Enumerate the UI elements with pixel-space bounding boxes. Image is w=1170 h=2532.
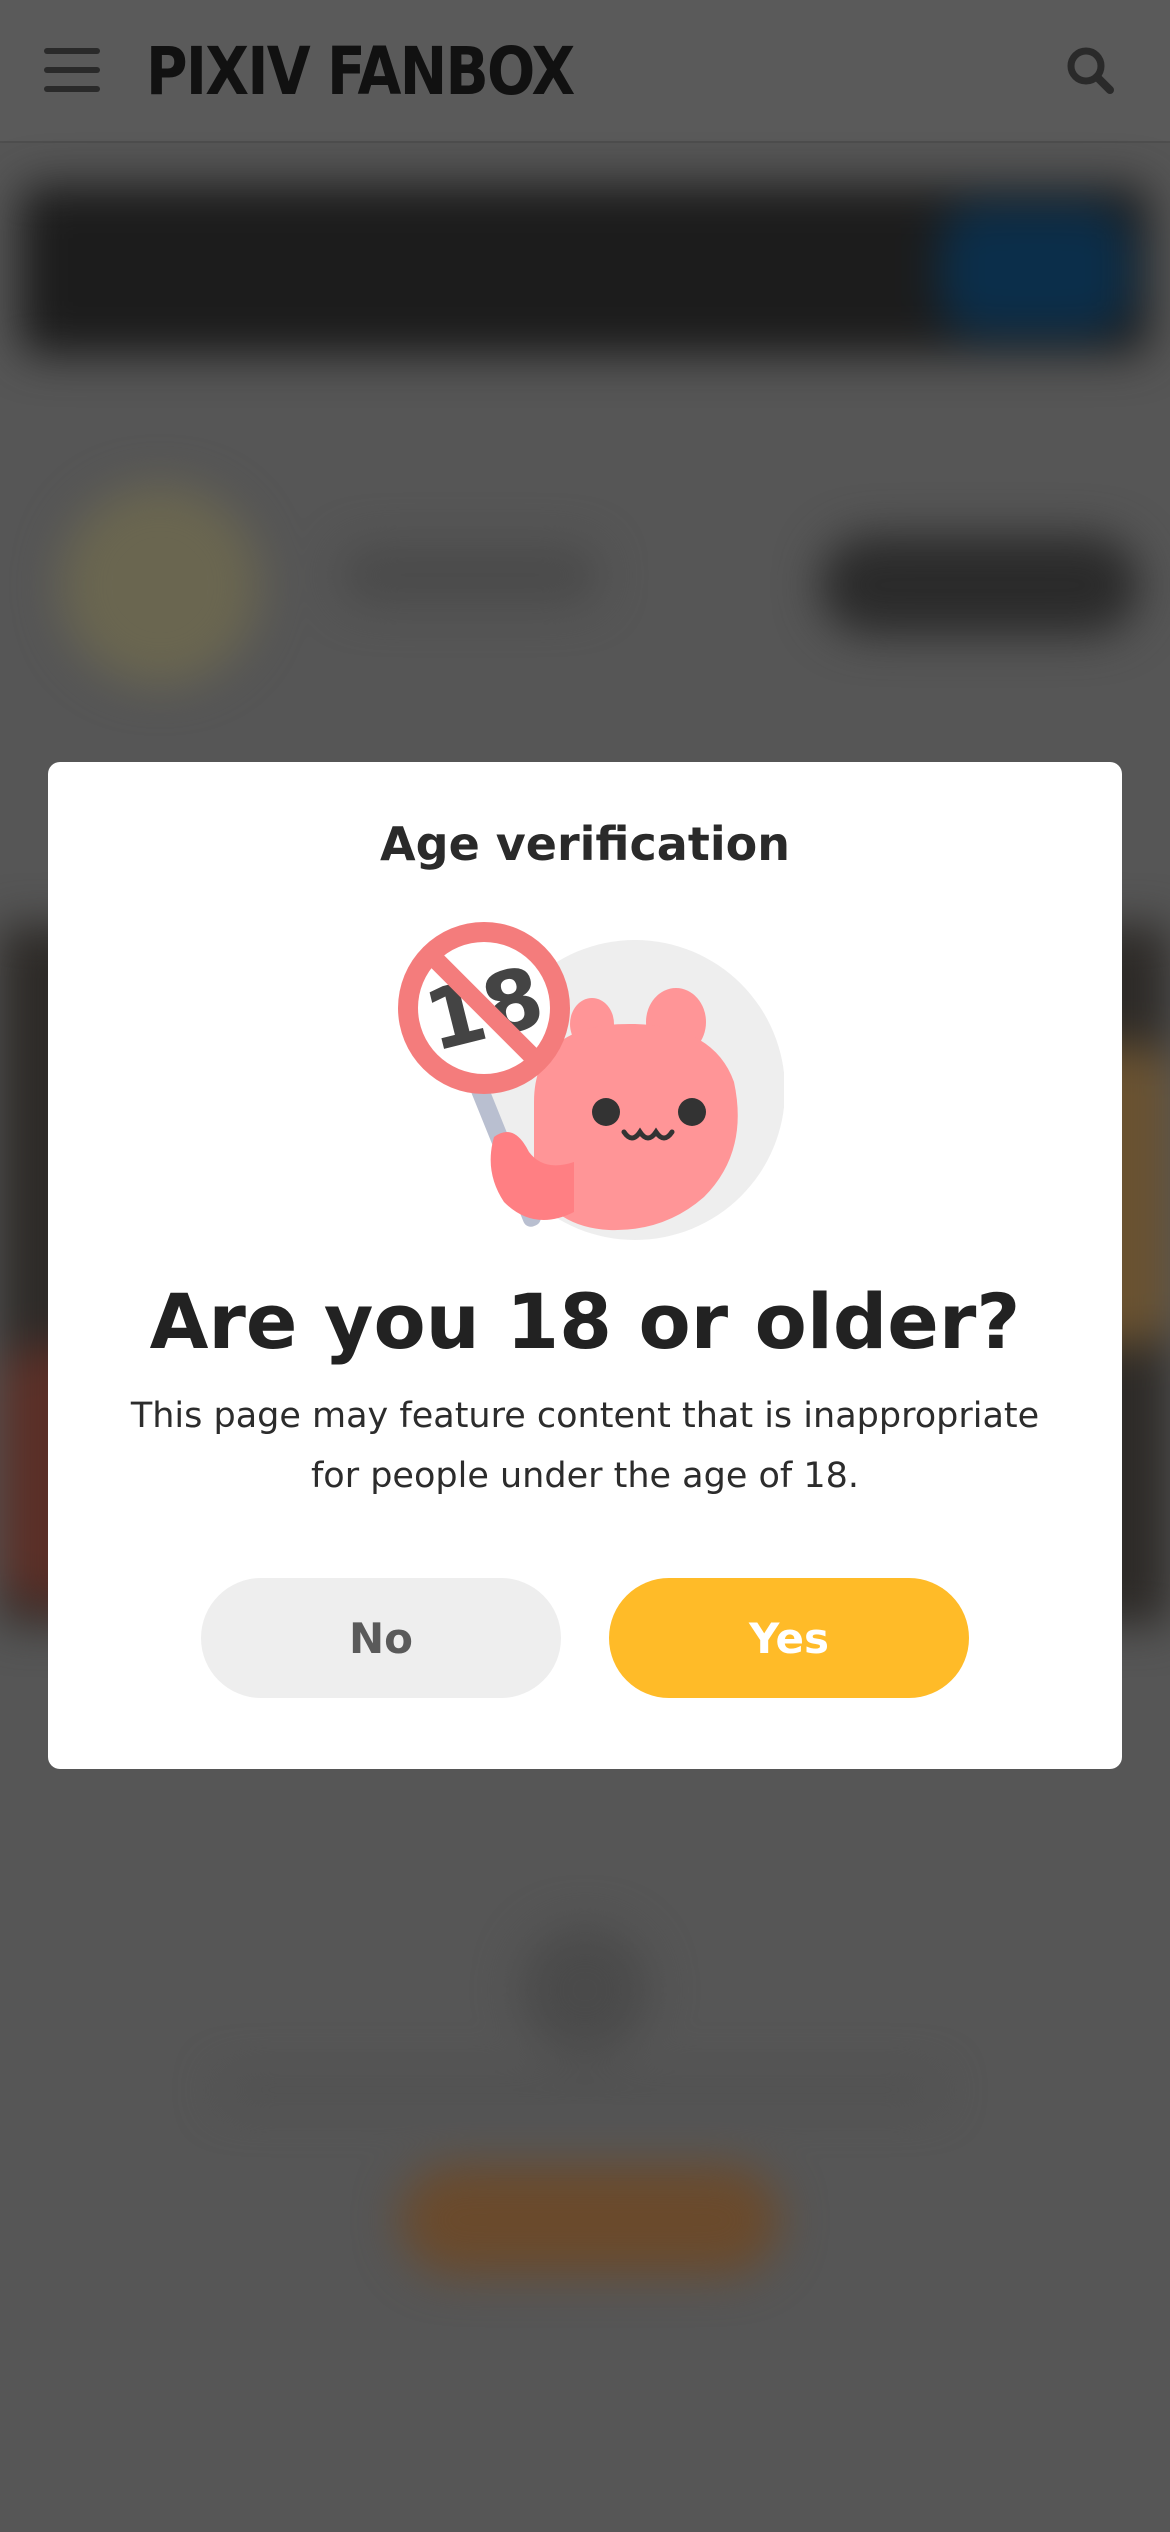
yes-button[interactable]: Yes — [609, 1578, 969, 1698]
hamburger-menu-icon[interactable] — [44, 48, 100, 92]
site-logo[interactable]: PIXIV FANBOX — [146, 30, 575, 114]
app-header: PIXIV FANBOX — [0, 0, 1170, 143]
no-button[interactable]: No — [201, 1578, 561, 1698]
age-warning-description: This page may feature content that is in… — [130, 1396, 1040, 1496]
search-icon[interactable] — [1064, 44, 1116, 96]
dialog-title: Age verification — [380, 817, 790, 871]
age-verification-dialog: Age verification 18 Are you 18 or older?… — [48, 762, 1122, 1769]
age-18-restriction-mascot-icon: 18 — [398, 922, 784, 1240]
age-question-heading: Are you 18 or older? — [149, 1277, 1021, 1366]
